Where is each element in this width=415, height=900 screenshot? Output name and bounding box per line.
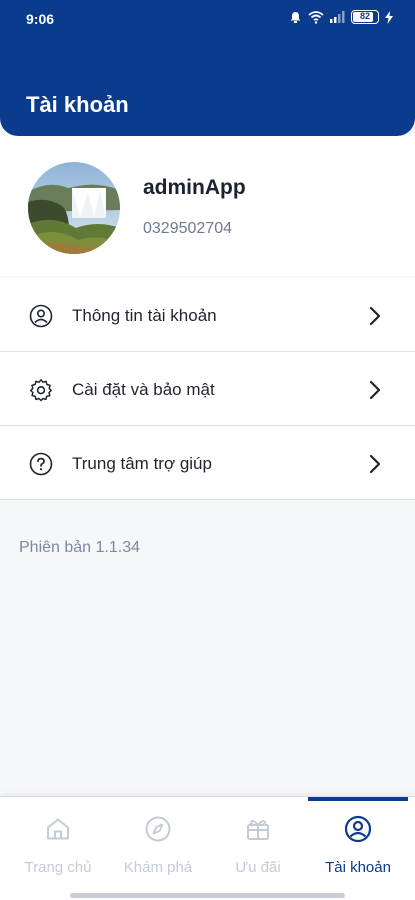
battery-icon: 82 [351, 10, 379, 24]
bottom-tab-bar: Trang chủ Khám phá Ưu đãi Tài khoản [0, 796, 415, 900]
tab-home[interactable]: Trang chủ [8, 797, 108, 900]
avatar-waterfall-image [28, 162, 120, 254]
status-icons: 82 [289, 10, 393, 24]
tab-account[interactable]: Tài khoản [308, 797, 408, 900]
profile-name: adminApp [143, 176, 246, 199]
gift-icon [247, 820, 269, 840]
chevron-right-icon [369, 380, 381, 400]
tab-label: Ưu đãi [235, 859, 281, 876]
chevron-right-icon [369, 454, 381, 474]
tab-explore[interactable]: Khám phá [108, 797, 208, 900]
profile-phone: 0329502704 [143, 220, 232, 237]
menu-item-settings-security[interactable]: Cài đặt và bảo mật [0, 352, 415, 426]
menu-item-label: Cài đặt và bảo mật [72, 380, 215, 399]
home-icon [47, 818, 69, 840]
chevron-right-icon [369, 306, 381, 326]
home-indicator [70, 893, 345, 898]
battery-level: 82 [359, 11, 370, 21]
avatar[interactable] [28, 162, 120, 254]
gear-icon [30, 379, 52, 402]
charging-icon [385, 10, 393, 24]
app-version: Phiên bản 1.1.34 [19, 539, 140, 556]
menu-item-label: Trung tâm trợ giúp [72, 454, 212, 473]
account-menu: Thông tin tài khoản Cài đặt và bảo mật T… [0, 278, 415, 500]
page-title: Tài khoản [26, 92, 129, 117]
status-time: 9:06 [26, 11, 55, 27]
tab-label: Tài khoản [325, 859, 391, 876]
alarm-icon [290, 12, 301, 23]
wifi-icon [308, 10, 324, 24]
menu-item-label: Thông tin tài khoản [72, 306, 217, 325]
account-content: adminApp 0329502704 Thông tin tài khoản … [0, 136, 415, 796]
signal-icon [330, 11, 345, 23]
app-header: 9:06 82 Tài khoản [0, 0, 415, 136]
compass-icon [145, 816, 171, 842]
tab-offers[interactable]: Ưu đãi [208, 797, 308, 900]
status-bar: 9:06 82 [0, 0, 415, 36]
tab-label: Trang chủ [24, 859, 92, 876]
tab-label: Khám phá [123, 859, 193, 876]
menu-item-help-center[interactable]: Trung tâm trợ giúp [0, 426, 415, 500]
user-circle-icon [29, 304, 53, 328]
profile-card: adminApp 0329502704 [0, 136, 415, 276]
menu-item-account-info[interactable]: Thông tin tài khoản [0, 278, 415, 352]
user-circle-icon [344, 815, 372, 843]
help-circle-icon [29, 452, 53, 476]
